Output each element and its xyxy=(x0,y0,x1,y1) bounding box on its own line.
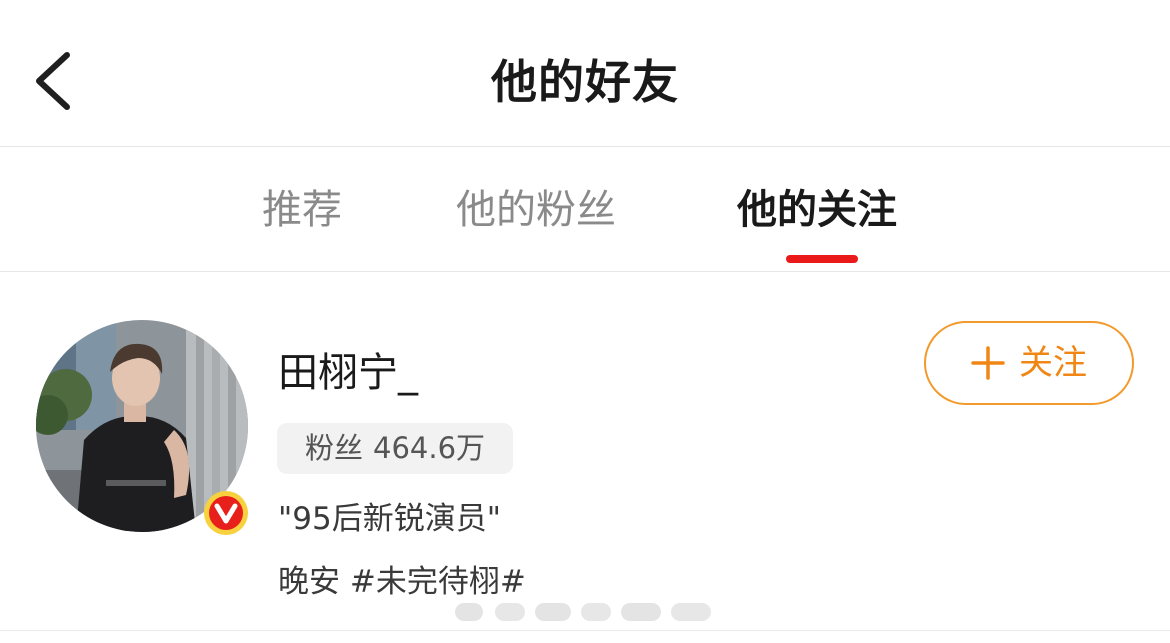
fans-label: 粉丝 xyxy=(305,431,364,465)
tab-his-fans[interactable]: 他的粉丝 xyxy=(456,183,616,237)
page-title: 他的好友 xyxy=(491,55,679,109)
user-name[interactable]: 田栩宁_ xyxy=(278,346,418,400)
user-list-item[interactable]: 田栩宁_ 粉丝 464.6万 "95后新锐演员" 晚安 #未完待栩# 关注 xyxy=(0,272,1170,631)
follow-button-label: 关注 xyxy=(1019,343,1087,383)
plus-icon xyxy=(971,346,1005,380)
fans-count: 464.6万 xyxy=(373,431,486,465)
verified-badge-icon xyxy=(204,491,248,535)
tab-recommend[interactable]: 推荐 xyxy=(262,183,342,237)
tab-his-following[interactable]: 他的关注 xyxy=(737,183,897,237)
user-bio: "95后新锐演员" xyxy=(278,501,501,537)
top-bar: 他的好友 xyxy=(0,0,1170,147)
fans-count-badge: 粉丝 464.6万 xyxy=(277,423,514,474)
watermark-graphic xyxy=(455,603,711,621)
follow-button[interactable]: 关注 xyxy=(924,321,1134,405)
active-tab-indicator xyxy=(786,255,858,263)
tab-bar: 推荐 他的粉丝 他的关注 xyxy=(0,147,1170,272)
